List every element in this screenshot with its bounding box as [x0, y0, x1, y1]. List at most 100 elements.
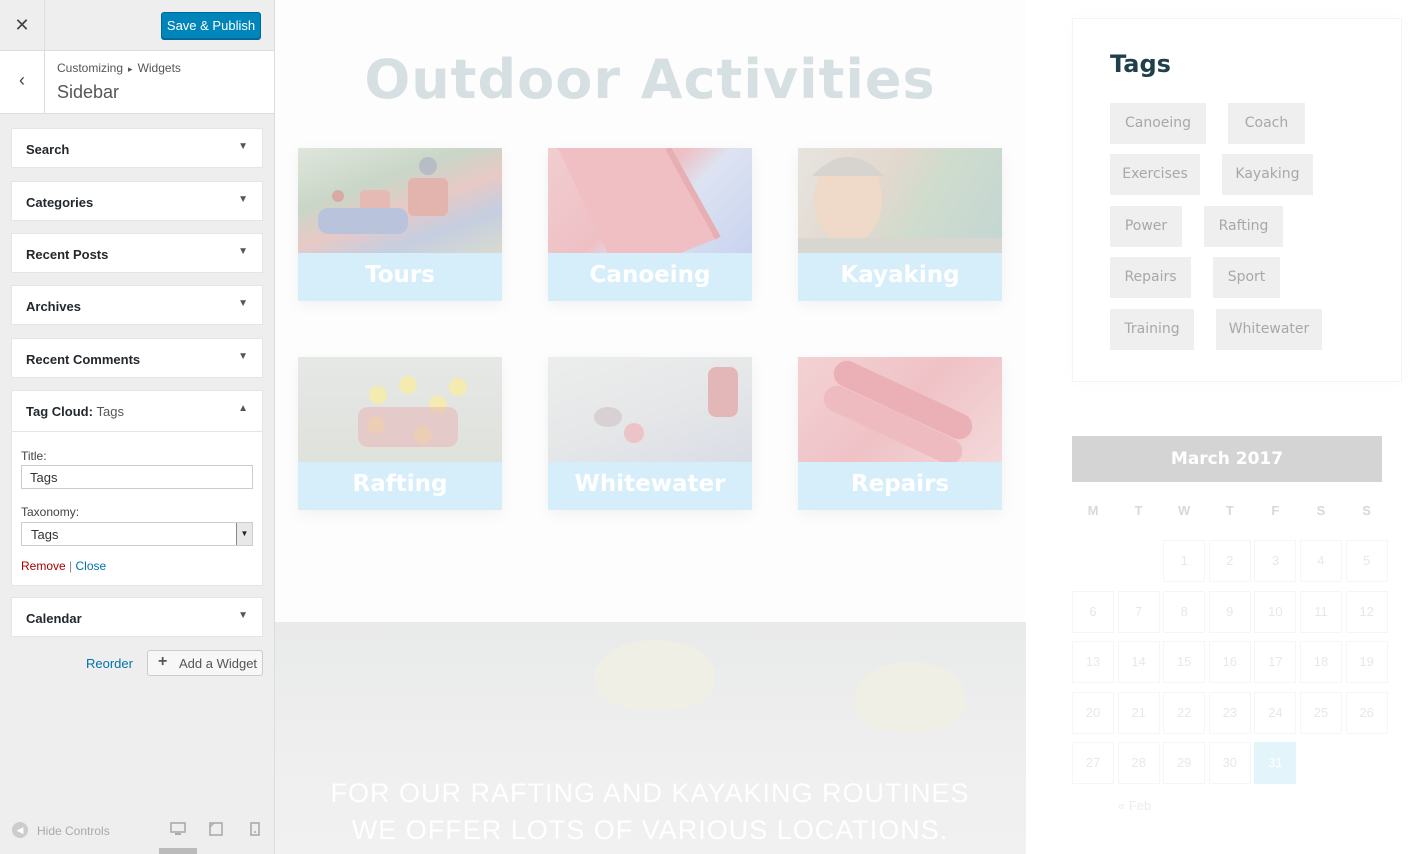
widget-title: Calendar — [26, 611, 82, 626]
calendar-day: 24 — [1254, 691, 1297, 734]
widget-recent-posts[interactable]: Recent Posts ▼ — [11, 233, 263, 273]
tag-link[interactable]: Coach — [1228, 103, 1305, 144]
widget-header[interactable]: Tag Cloud: Tags ▲ — [12, 391, 262, 432]
tablet-preview-icon[interactable] — [208, 822, 224, 838]
back-arrow-icon[interactable]: ‹ — [0, 51, 45, 113]
tile-caption: Kayaking — [840, 262, 960, 288]
tags-widget: Tags Canoeing Coach Exercises Kayaking P… — [1072, 18, 1402, 382]
widget-title: Recent Comments — [26, 352, 141, 367]
widget-title: Recent Posts — [26, 247, 109, 262]
tag-link[interactable]: Sport — [1213, 257, 1280, 298]
expand-arrow-icon[interactable]: ▼ — [238, 610, 248, 621]
widget-actions: Remove | Close — [21, 559, 106, 573]
tag-link[interactable]: Training — [1110, 309, 1194, 350]
widget-title-prefix: Tag Cloud: — [26, 404, 93, 419]
calendar-day: 8 — [1163, 590, 1206, 633]
remove-link[interactable]: Remove — [21, 559, 66, 573]
calendar-day: 22 — [1163, 691, 1206, 734]
tag-link[interactable]: Power — [1110, 206, 1182, 247]
taxonomy-select[interactable]: Tags ▼ — [21, 522, 253, 546]
section-header: ‹ Customizing ▸ Widgets Sidebar — [0, 51, 274, 114]
calendar-day: 13 — [1072, 641, 1114, 683]
widget-search[interactable]: Search ▼ — [11, 128, 263, 168]
widget-title: Archives — [26, 299, 81, 314]
title-field[interactable] — [21, 465, 253, 489]
hide-controls-icon[interactable]: ◀ — [12, 822, 28, 838]
calendar-day: 1 — [1163, 540, 1206, 582]
save-publish-button[interactable]: Save & Publish — [161, 12, 261, 39]
activity-tile-rafting[interactable]: Rafting — [298, 357, 502, 510]
plus-icon: + — [158, 653, 168, 670]
section-title: Sidebar — [57, 82, 120, 102]
customizer-header: ✕ Save & Publish — [0, 0, 274, 51]
breadcrumb-widgets: Widgets — [137, 61, 181, 75]
calendar-weekday: S — [1316, 503, 1326, 518]
widget-recent-comments[interactable]: Recent Comments ▼ — [11, 338, 263, 378]
activity-tile-canoeing[interactable]: Canoeing — [548, 148, 752, 301]
calendar-day: 11 — [1300, 590, 1342, 633]
calendar-weekday: T — [1225, 503, 1234, 518]
activity-tile-repairs[interactable]: Repairs — [798, 357, 1002, 510]
widget-archives[interactable]: Archives ▼ — [11, 285, 263, 325]
banner-text: FOR OUR RAFTING AND KAYAKING ROUTINES WE… — [330, 778, 970, 845]
tile-caption: Tours — [365, 262, 435, 288]
calendar-day: 30 — [1208, 742, 1251, 784]
close-icon[interactable]: ✕ — [0, 0, 45, 50]
tag-link[interactable]: Rafting — [1204, 206, 1283, 247]
dropdown-arrow-icon[interactable]: ▼ — [236, 523, 252, 545]
calendar-day: 4 — [1300, 540, 1342, 582]
calendar-day: 20 — [1072, 691, 1114, 734]
tag-link[interactable]: Repairs — [1110, 257, 1191, 298]
breadcrumb: Customizing ▸ Widgets — [57, 61, 181, 75]
add-widget-button[interactable]: + Add a Widget — [147, 650, 263, 676]
activity-tile-kayaking[interactable]: Kayaking — [798, 148, 1002, 301]
customizer-footer: ◀ Hide Controls — [0, 815, 274, 854]
activity-tile-whitewater[interactable]: Whitewater — [548, 357, 752, 510]
calendar-day: 19 — [1345, 641, 1388, 683]
desktop-preview-icon[interactable] — [170, 822, 186, 838]
widget-categories[interactable]: Categories ▼ — [11, 181, 263, 221]
tile-caption: Canoeing — [589, 262, 711, 288]
locations-banner: FOR OUR RAFTING AND KAYAKING ROUTINES WE… — [275, 622, 1026, 854]
whitewater-image — [548, 357, 752, 463]
calendar-day: 29 — [1163, 742, 1206, 784]
calendar-weekday: F — [1271, 503, 1280, 518]
expand-arrow-icon[interactable]: ▼ — [238, 141, 248, 152]
widget-calendar[interactable]: Calendar ▼ — [11, 597, 263, 637]
title-field-label: Title: — [21, 449, 47, 463]
tag-link[interactable]: Kayaking — [1222, 154, 1313, 195]
calendar-day: 21 — [1117, 691, 1160, 734]
calendar-widget: March 2017 M T W T F S S 1 2 3 4 5 6 7 8 9 10 11 12 13 14 15 1… — [1072, 436, 1388, 816]
tours-image — [298, 148, 502, 254]
tag-link[interactable]: Exercises — [1110, 154, 1200, 195]
calendar-day: 17 — [1254, 641, 1297, 683]
expand-arrow-icon[interactable]: ▼ — [238, 194, 248, 205]
calendar-weekday: S — [1362, 503, 1371, 518]
calendar-day: 26 — [1345, 691, 1388, 734]
calendar-prev-link[interactable]: « Feb — [1118, 798, 1151, 813]
page-title: Outdoor Activities — [364, 48, 936, 111]
tag-link[interactable]: Canoeing — [1110, 103, 1206, 144]
calendar-day: 3 — [1254, 540, 1297, 582]
close-link[interactable]: Close — [76, 559, 107, 573]
customizer-panel: ✕ Save & Publish ‹ Customizing ▸ Widgets S… — [0, 0, 275, 854]
reorder-link[interactable]: Reorder — [86, 656, 133, 671]
tile-caption: Whitewater — [574, 471, 726, 497]
expand-arrow-icon[interactable]: ▼ — [238, 351, 248, 362]
widget-title: Categories — [26, 195, 94, 210]
canoeing-image — [548, 148, 752, 254]
expand-arrow-icon[interactable]: ▼ — [238, 246, 248, 257]
collapse-arrow-icon[interactable]: ▲ — [238, 403, 248, 414]
calendar-day: 18 — [1300, 641, 1342, 683]
helmet-graphic — [595, 640, 715, 710]
calendar-day: 6 — [1072, 590, 1114, 633]
hide-controls-button[interactable]: Hide Controls — [37, 824, 110, 838]
activity-tile-tours[interactable]: Tours — [298, 148, 502, 301]
expand-arrow-icon[interactable]: ▼ — [238, 298, 248, 309]
calendar-day: 27 — [1072, 742, 1114, 784]
calendar-day: 2 — [1208, 540, 1251, 582]
mobile-preview-icon[interactable] — [247, 822, 263, 838]
tag-link[interactable]: Whitewater — [1216, 309, 1322, 350]
calendar-day: 5 — [1345, 540, 1388, 582]
taxonomy-field-label: Taxonomy: — [21, 505, 80, 519]
